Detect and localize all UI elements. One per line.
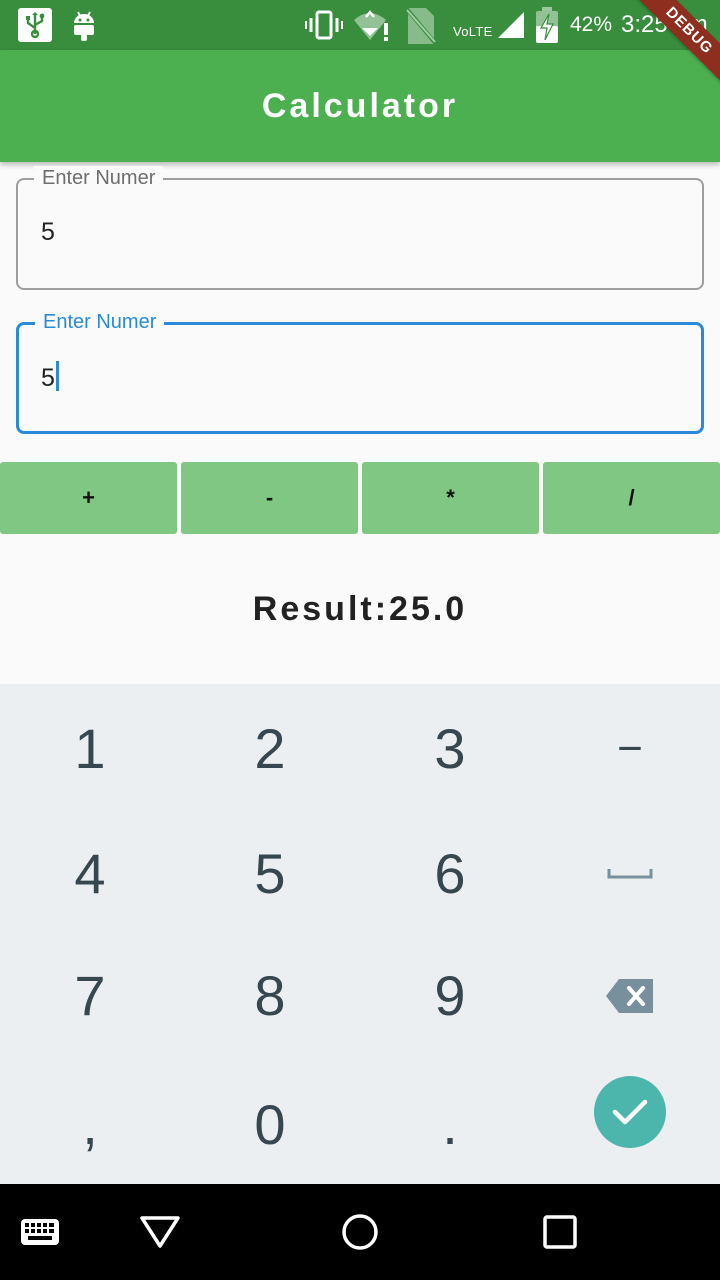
no-sim-icon xyxy=(404,6,438,46)
navigation-bar xyxy=(0,1184,720,1280)
network-label: VoLTE xyxy=(453,24,493,39)
key-9[interactable]: 9 xyxy=(360,933,540,1058)
first-number-value: 5 xyxy=(41,218,55,246)
numeric-keyboard: 1 2 3 − 4 5 6 7 8 9 , 0 . xyxy=(0,684,720,1184)
second-number-value: 5 xyxy=(41,364,55,392)
first-number-label: Enter Numer xyxy=(34,166,164,190)
battery-percent: 42% xyxy=(570,13,613,36)
text-cursor xyxy=(55,361,59,391)
key-2[interactable]: 2 xyxy=(180,686,360,811)
second-number-value-wrap: 5 xyxy=(41,361,59,393)
status-bar: VoLTE 42% 3:25 pm xyxy=(0,0,720,50)
backspace-key[interactable] xyxy=(540,933,720,1058)
add-button[interactable]: + xyxy=(0,462,177,534)
key-1[interactable]: 1 xyxy=(0,686,180,811)
space-key[interactable] xyxy=(540,811,720,936)
key-0[interactable]: 0 xyxy=(180,1062,360,1187)
back-icon xyxy=(140,1216,180,1248)
home-icon xyxy=(342,1214,378,1250)
keyboard-switch-button[interactable] xyxy=(0,1184,80,1280)
app-title: Calculator xyxy=(261,86,459,125)
key-7[interactable]: 7 xyxy=(0,933,180,1058)
key-3[interactable]: 3 xyxy=(360,686,540,811)
key-comma[interactable]: , xyxy=(0,1062,180,1187)
screen: VoLTE 42% 3:25 pm DEBUG Calculator Enter… xyxy=(0,0,720,1280)
key-minus[interactable]: − xyxy=(540,686,720,811)
done-key[interactable] xyxy=(540,1049,720,1174)
recents-icon xyxy=(543,1215,577,1249)
android-icon xyxy=(70,9,98,41)
subtract-button[interactable]: - xyxy=(181,462,358,534)
divide-button[interactable]: / xyxy=(543,462,720,534)
key-6[interactable]: 6 xyxy=(360,811,540,936)
recents-button[interactable] xyxy=(520,1184,600,1280)
done-icon xyxy=(594,1075,666,1148)
operator-row: + - * / xyxy=(0,462,720,534)
key-period[interactable]: . xyxy=(360,1062,540,1187)
second-number-label: Enter Numer xyxy=(35,310,165,334)
key-5[interactable]: 5 xyxy=(180,811,360,936)
key-8[interactable]: 8 xyxy=(180,933,360,1058)
back-button[interactable] xyxy=(120,1184,200,1280)
key-4[interactable]: 4 xyxy=(0,811,180,936)
signal-icon xyxy=(496,10,526,40)
multiply-button[interactable]: * xyxy=(362,462,539,534)
backspace-icon xyxy=(606,978,653,1013)
app-bar: Calculator xyxy=(0,50,720,162)
wifi-alert-icon xyxy=(352,10,392,42)
first-number-field[interactable]: Enter Numer 5 xyxy=(16,166,704,290)
usb-icon xyxy=(18,8,52,42)
home-button[interactable] xyxy=(320,1184,400,1280)
space-icon xyxy=(607,868,653,878)
battery-charging-icon xyxy=(535,6,559,44)
result-text: Result:25.0 xyxy=(252,590,468,628)
vibrate-icon xyxy=(305,10,343,40)
second-number-field[interactable]: Enter Numer 5 xyxy=(16,310,704,434)
keyboard-switch-icon xyxy=(21,1219,59,1245)
